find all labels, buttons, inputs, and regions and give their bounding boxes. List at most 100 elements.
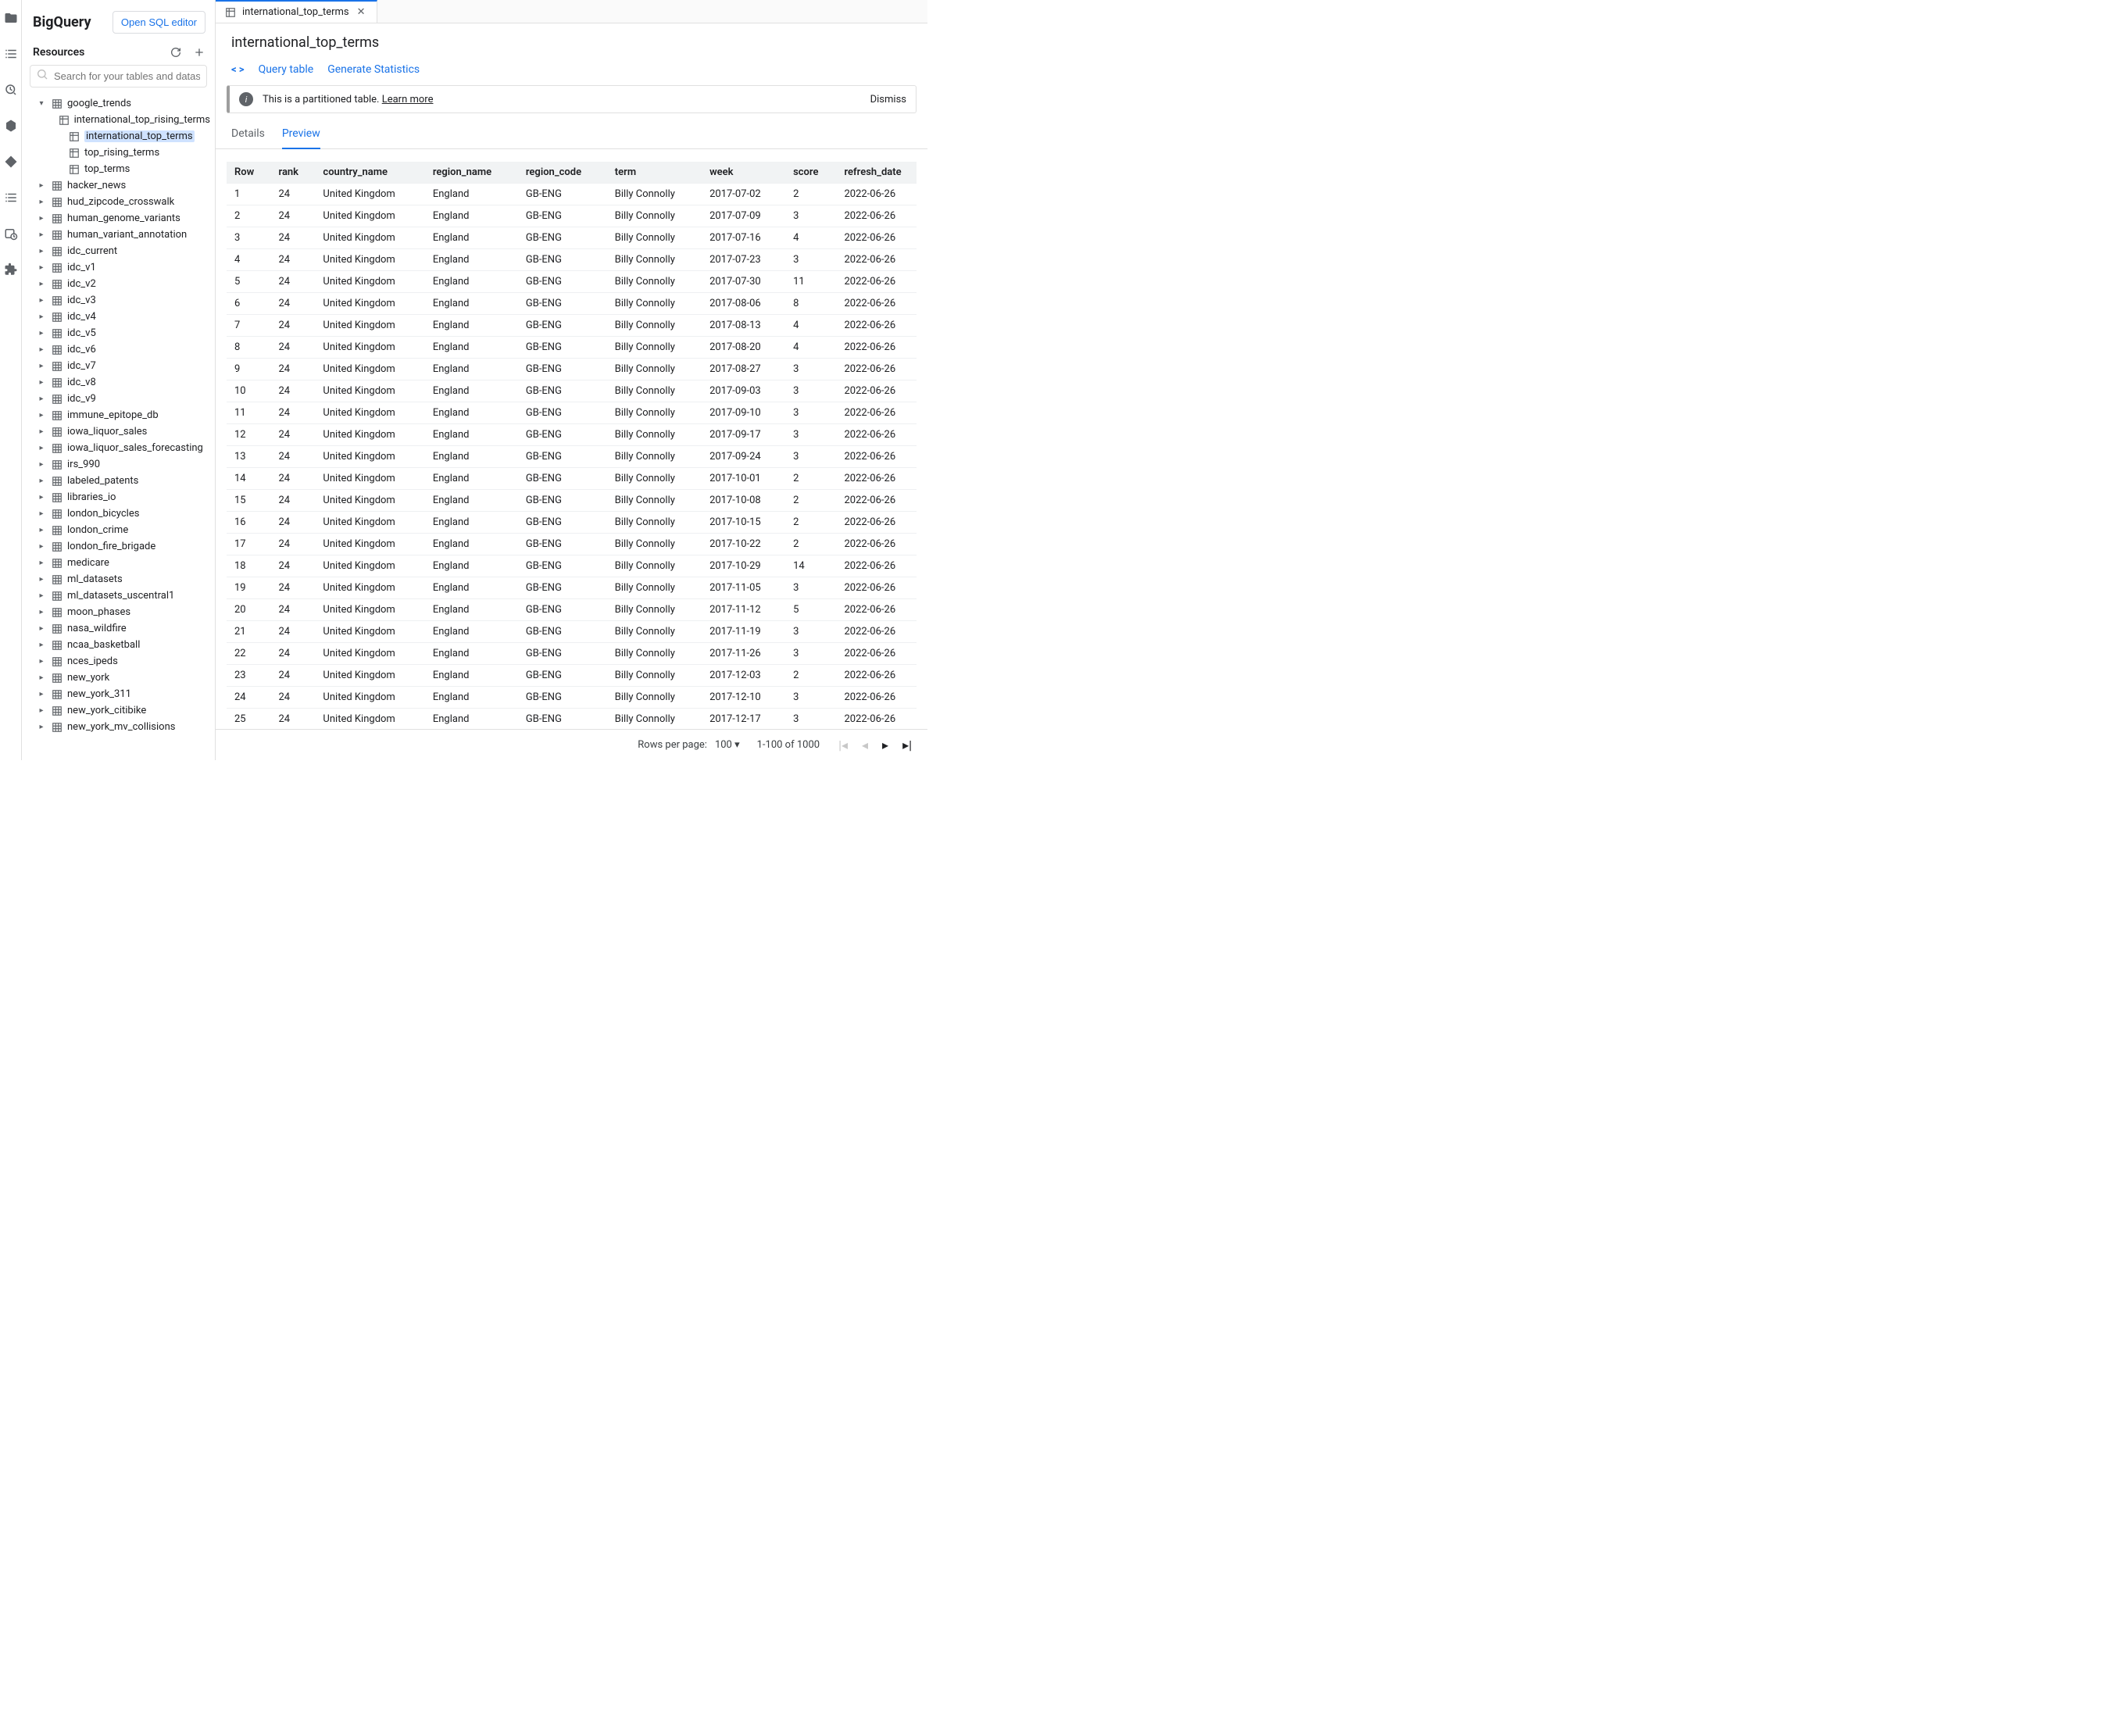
- table-row[interactable]: 1324United KingdomEnglandGB-ENGBilly Con…: [227, 446, 917, 468]
- learn-more-link[interactable]: Learn more: [382, 94, 434, 105]
- search-input[interactable]: [30, 65, 207, 88]
- dataset-node[interactable]: ▸hud_zipcode_crosswalk: [22, 194, 215, 210]
- table-node[interactable]: international_top_terms: [22, 128, 215, 145]
- chevron-right-icon[interactable]: ▸: [36, 296, 47, 305]
- table-row[interactable]: 1724United KingdomEnglandGB-ENGBilly Con…: [227, 534, 917, 555]
- chevron-right-icon[interactable]: ▸: [36, 641, 47, 649]
- chevron-right-icon[interactable]: ▸: [36, 673, 47, 682]
- table-row[interactable]: 2324United KingdomEnglandGB-ENGBilly Con…: [227, 665, 917, 687]
- dataset-node[interactable]: ▸libraries_io: [22, 489, 215, 505]
- dataset-node[interactable]: ▸ncaa_basketball: [22, 637, 215, 653]
- table-row[interactable]: 2424United KingdomEnglandGB-ENGBilly Con…: [227, 687, 917, 709]
- table-row[interactable]: 824United KingdomEnglandGB-ENGBilly Conn…: [227, 337, 917, 359]
- extension-icon[interactable]: [4, 263, 18, 277]
- dataset-node[interactable]: ▸hacker_news: [22, 177, 215, 194]
- dataset-node[interactable]: ▸london_crime: [22, 522, 215, 538]
- query-table-link[interactable]: Query table: [259, 63, 314, 76]
- chevron-right-icon[interactable]: ▸: [36, 608, 47, 616]
- table-row[interactable]: 724United KingdomEnglandGB-ENGBilly Conn…: [227, 315, 917, 337]
- chevron-right-icon[interactable]: ▸: [36, 181, 47, 190]
- dataset-node[interactable]: ▸immune_epitope_db: [22, 407, 215, 423]
- table-row[interactable]: 1124United KingdomEnglandGB-ENGBilly Con…: [227, 402, 917, 424]
- close-icon[interactable]: ✕: [356, 6, 367, 18]
- rows-per-page-select[interactable]: 100 ▾: [715, 739, 740, 751]
- dataset-node[interactable]: ▸idc_v6: [22, 341, 215, 358]
- chevron-right-icon[interactable]: ▸: [36, 329, 47, 338]
- dataset-node[interactable]: ▸labeled_patents: [22, 473, 215, 489]
- dataset-node[interactable]: ▸idc_v3: [22, 292, 215, 309]
- chevron-right-icon[interactable]: ▸: [36, 198, 47, 206]
- column-header[interactable]: region_code: [518, 162, 607, 184]
- dataset-node[interactable]: ▸new_york_311: [22, 686, 215, 702]
- chevron-right-icon[interactable]: ▸: [36, 395, 47, 403]
- chevron-right-icon[interactable]: ▸: [36, 526, 47, 534]
- table-row[interactable]: 1624United KingdomEnglandGB-ENGBilly Con…: [227, 512, 917, 534]
- scheduled-icon[interactable]: [4, 227, 18, 241]
- add-icon[interactable]: [193, 46, 205, 59]
- last-page-button[interactable]: ▸|: [901, 738, 913, 753]
- next-page-button[interactable]: ▸: [881, 738, 890, 753]
- hexagon-icon[interactable]: [4, 119, 18, 133]
- generate-statistics-link[interactable]: Generate Statistics: [327, 63, 420, 76]
- refresh-icon[interactable]: [170, 46, 182, 59]
- folder-icon[interactable]: [4, 11, 18, 25]
- chevron-right-icon[interactable]: ▸: [36, 345, 47, 354]
- dataset-node[interactable]: ▸idc_v4: [22, 309, 215, 325]
- chevron-right-icon[interactable]: ▸: [36, 706, 47, 715]
- column-header[interactable]: term: [607, 162, 702, 184]
- column-header[interactable]: rank: [270, 162, 315, 184]
- chevron-right-icon[interactable]: ▸: [36, 280, 47, 288]
- tab-details[interactable]: Details: [231, 121, 265, 148]
- chevron-right-icon[interactable]: ▸: [36, 313, 47, 321]
- column-header[interactable]: refresh_date: [836, 162, 917, 184]
- dataset-node[interactable]: ▸idc_v5: [22, 325, 215, 341]
- table-row[interactable]: 2124United KingdomEnglandGB-ENGBilly Con…: [227, 621, 917, 643]
- dataset-node[interactable]: ▸nces_ipeds: [22, 653, 215, 670]
- prev-page-button[interactable]: ◂: [860, 738, 870, 753]
- preview-table-container[interactable]: Rowrankcountry_nameregion_nameregion_cod…: [227, 162, 917, 729]
- chevron-right-icon[interactable]: ▸: [36, 263, 47, 272]
- dataset-node[interactable]: ▸london_bicycles: [22, 505, 215, 522]
- column-header[interactable]: Row: [227, 162, 270, 184]
- list-icon[interactable]: [4, 47, 18, 61]
- table-row[interactable]: 324United KingdomEnglandGB-ENGBilly Conn…: [227, 227, 917, 249]
- chevron-right-icon[interactable]: ▸: [36, 542, 47, 551]
- table-node[interactable]: international_top_rising_terms: [22, 112, 215, 128]
- table-row[interactable]: 524United KingdomEnglandGB-ENGBilly Conn…: [227, 271, 917, 293]
- dataset-node[interactable]: ▸idc_v1: [22, 259, 215, 276]
- table-row[interactable]: 924United KingdomEnglandGB-ENGBilly Conn…: [227, 359, 917, 380]
- table-row[interactable]: 2524United KingdomEnglandGB-ENGBilly Con…: [227, 709, 917, 730]
- dataset-node[interactable]: ▸irs_990: [22, 456, 215, 473]
- dataset-node[interactable]: ▸ml_datasets: [22, 571, 215, 588]
- chevron-right-icon[interactable]: ▸: [36, 591, 47, 600]
- dataset-node[interactable]: ▸human_genome_variants: [22, 210, 215, 227]
- chevron-right-icon[interactable]: ▸: [36, 378, 47, 387]
- chevron-right-icon[interactable]: ▸: [36, 214, 47, 223]
- table-node[interactable]: top_rising_terms: [22, 145, 215, 161]
- first-page-button[interactable]: |◂: [837, 738, 849, 753]
- chevron-right-icon[interactable]: ▸: [36, 460, 47, 469]
- table-row[interactable]: 2224United KingdomEnglandGB-ENGBilly Con…: [227, 643, 917, 665]
- column-header[interactable]: region_name: [425, 162, 518, 184]
- dataset-node[interactable]: ▾google_trends: [22, 95, 215, 112]
- chevron-right-icon[interactable]: ▸: [36, 723, 47, 731]
- dataset-node[interactable]: ▸moon_phases: [22, 604, 215, 620]
- query-history-icon[interactable]: [4, 83, 18, 97]
- chevron-right-icon[interactable]: ▸: [36, 657, 47, 666]
- column-header[interactable]: score: [785, 162, 836, 184]
- table-row[interactable]: 1924United KingdomEnglandGB-ENGBilly Con…: [227, 577, 917, 599]
- table-row[interactable]: 1824United KingdomEnglandGB-ENGBilly Con…: [227, 555, 917, 577]
- table-row[interactable]: 1224United KingdomEnglandGB-ENGBilly Con…: [227, 424, 917, 446]
- dataset-node[interactable]: ▸human_variant_annotation: [22, 227, 215, 243]
- dataset-node[interactable]: ▸idc_v8: [22, 374, 215, 391]
- dataset-node[interactable]: ▸new_york: [22, 670, 215, 686]
- chevron-right-icon[interactable]: ▸: [36, 575, 47, 584]
- resource-tree[interactable]: ▾google_trendsinternational_top_rising_t…: [22, 92, 215, 760]
- chevron-right-icon[interactable]: ▸: [36, 493, 47, 502]
- chevron-right-icon[interactable]: ▸: [36, 411, 47, 420]
- dataset-node[interactable]: ▸iowa_liquor_sales_forecasting: [22, 440, 215, 456]
- table-row[interactable]: 224United KingdomEnglandGB-ENGBilly Conn…: [227, 205, 917, 227]
- table-row[interactable]: 124United KingdomEnglandGB-ENGBilly Conn…: [227, 184, 917, 205]
- chevron-right-icon[interactable]: ▸: [36, 230, 47, 239]
- tag-icon[interactable]: [4, 155, 18, 169]
